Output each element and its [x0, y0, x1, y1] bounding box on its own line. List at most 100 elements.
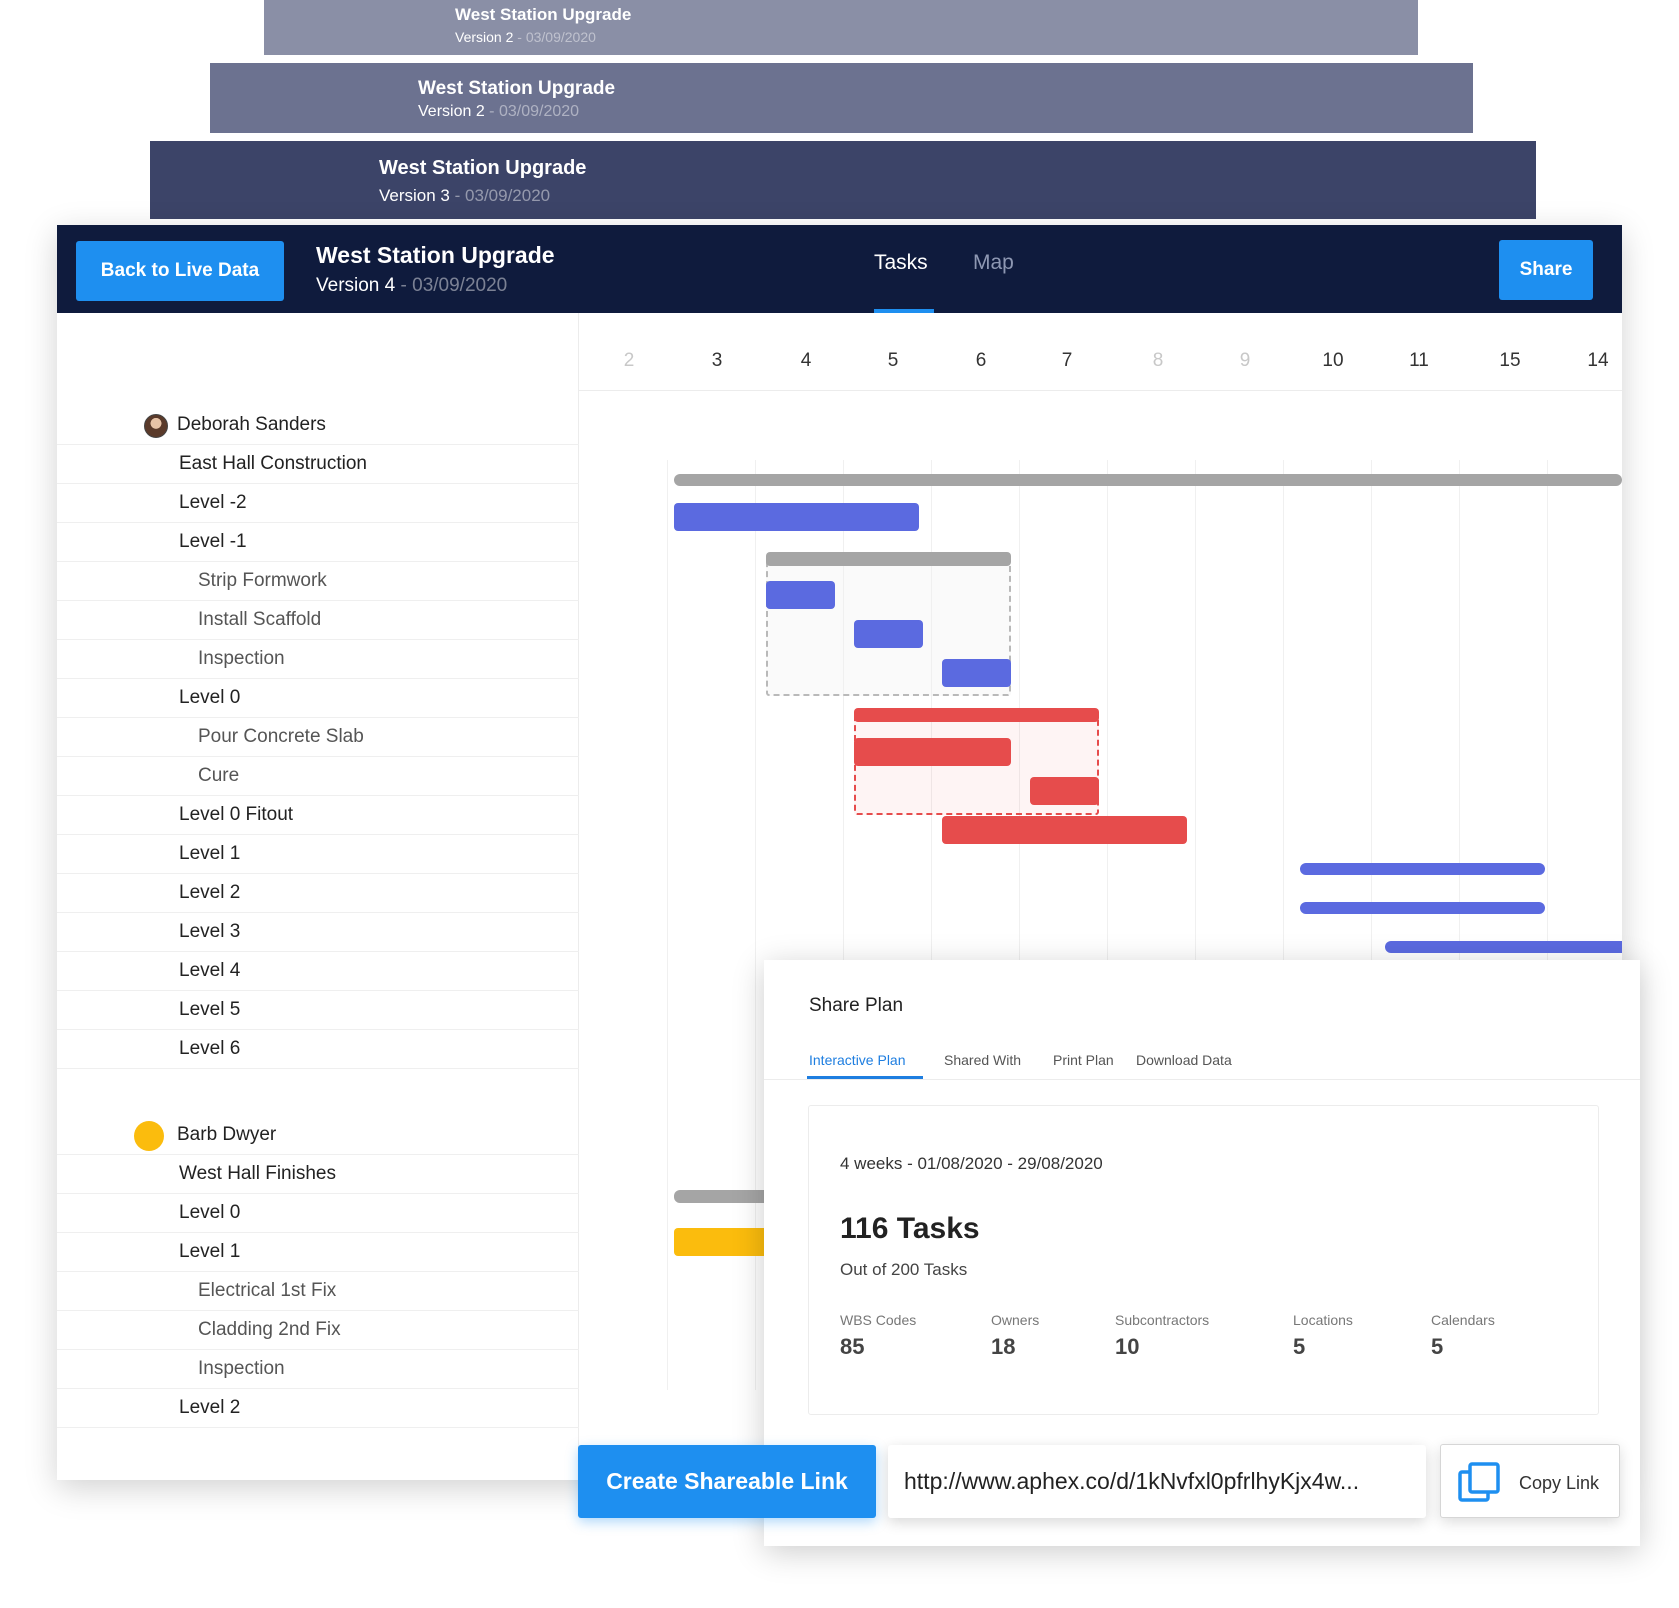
task-row[interactable]: Electrical 1st Fix — [57, 1272, 579, 1311]
gantt-bar[interactable] — [766, 581, 835, 609]
tab-shared-with[interactable]: Shared With — [944, 1052, 1021, 1068]
tab-download-data[interactable]: Download Data — [1136, 1052, 1232, 1068]
stat-subcontractors: Subcontractors 10 — [1115, 1312, 1210, 1359]
task-label: East Hall Construction — [179, 453, 367, 474]
task-label: Level 5 — [179, 999, 241, 1020]
top-bar: Back to Live Data West Station Upgrade V… — [57, 225, 1622, 313]
version-card-subtitle: Version 2 - 03/09/2020 — [418, 103, 580, 120]
tab-tasks[interactable]: Tasks — [874, 251, 928, 275]
task-row[interactable]: Pour Concrete Slab — [57, 718, 579, 757]
task-row[interactable]: Level -1 — [57, 523, 579, 562]
task-row[interactable]: Level 0 — [57, 1194, 579, 1233]
task-row[interactable]: Level 4 — [57, 952, 579, 991]
owner-row[interactable]: Barb Dwyer — [57, 1116, 579, 1155]
task-row[interactable]: Inspection — [57, 640, 579, 679]
task-label: Pour Concrete Slab — [198, 726, 364, 747]
day-label: 8 — [1152, 350, 1164, 371]
gantt-bar[interactable] — [942, 659, 1011, 687]
task-row[interactable]: East Hall Construction — [57, 445, 579, 484]
task-row[interactable]: Level 1 — [57, 1233, 579, 1272]
copy-link-button[interactable]: Copy Link — [1440, 1444, 1620, 1518]
tab-interactive-plan[interactable]: Interactive Plan — [809, 1052, 906, 1068]
owner-row[interactable]: Deborah Sanders — [57, 406, 579, 445]
tab-map[interactable]: Map — [973, 251, 1014, 275]
task-row[interactable]: Level -2 — [57, 484, 579, 523]
day-label: 10 — [1322, 350, 1344, 371]
task-row[interactable]: West Hall Finishes — [57, 1155, 579, 1194]
stat-locations: Locations 5 — [1293, 1312, 1353, 1359]
plan-title: West Station Upgrade — [316, 242, 555, 268]
day-label: 3 — [711, 350, 723, 371]
task-label: Inspection — [198, 1358, 285, 1379]
task-row[interactable]: Level 3 — [57, 913, 579, 952]
dialog-title: Share Plan — [809, 995, 904, 1016]
task-row[interactable]: Cladding 2nd Fix — [57, 1311, 579, 1350]
task-row[interactable]: Strip Formwork — [57, 562, 579, 601]
task-row[interactable]: Level 6 — [57, 1030, 579, 1069]
day-label: 11 — [1409, 350, 1429, 371]
version-card-title: West Station Upgrade — [455, 5, 632, 24]
task-row[interactable]: Level 0 — [57, 679, 579, 718]
owner-name: Barb Dwyer — [177, 1124, 277, 1145]
avatar — [144, 414, 168, 438]
gantt-bar[interactable] — [766, 552, 1011, 566]
gantt-bar[interactable] — [1385, 941, 1622, 953]
share-button[interactable]: Share — [1499, 240, 1593, 300]
task-label: Level 0 Fitout — [179, 804, 294, 825]
gantt-bar[interactable] — [674, 503, 919, 531]
task-label: Level 3 — [179, 921, 241, 942]
task-row[interactable]: Level 1 — [57, 835, 579, 874]
version-card-subtitle: Version 2 - 03/09/2020 — [455, 29, 596, 45]
task-label: Install Scaffold — [198, 609, 322, 630]
task-row[interactable]: Level 2 — [57, 874, 579, 913]
day-label: 9 — [1239, 350, 1251, 371]
task-label: Level 0 — [179, 687, 241, 708]
task-label: Level -1 — [179, 531, 247, 552]
task-label: Inspection — [198, 648, 285, 669]
task-label: Level 2 — [179, 882, 241, 903]
version-card-subtitle: Version 3 - 03/09/2020 — [379, 186, 551, 205]
day-label: 7 — [1061, 350, 1073, 371]
stat-wbs-codes: WBS Codes 85 — [840, 1312, 917, 1359]
gantt-bar[interactable] — [942, 816, 1187, 844]
task-label: Cladding 2nd Fix — [198, 1319, 341, 1340]
plan-summary-card: 4 weeks - 01/08/2020 - 29/08/2020 116 Ta… — [808, 1105, 1599, 1415]
back-to-live-data-button[interactable]: Back to Live Data — [76, 241, 284, 301]
timeline-header: 2 3 4 5 6 7 8 9 10 11 15 14 — [579, 313, 1622, 391]
task-label: Level -2 — [179, 492, 247, 513]
create-shareable-link-button[interactable]: Create Shareable Link — [578, 1445, 876, 1518]
task-label: Strip Formwork — [198, 570, 327, 591]
task-label: Level 2 — [179, 1397, 241, 1418]
gantt-bar[interactable] — [1300, 863, 1545, 875]
avatar — [134, 1121, 164, 1151]
gantt-bar[interactable] — [854, 708, 1099, 722]
stat-calendars: Calendars 5 — [1431, 1312, 1495, 1359]
copy-icon — [1458, 1462, 1500, 1502]
task-label: Level 0 — [179, 1202, 241, 1223]
task-count: 116 Tasks — [840, 1212, 980, 1245]
task-label: Level 1 — [179, 843, 241, 864]
task-label: Level 1 — [179, 1241, 241, 1262]
day-label: 2 — [623, 350, 635, 371]
gantt-bar[interactable] — [1030, 777, 1099, 805]
task-row[interactable]: Level 2 — [57, 1389, 579, 1428]
tab-print-plan[interactable]: Print Plan — [1053, 1052, 1114, 1068]
version-card-1[interactable]: West Station Upgrade Version 2 - 03/09/2… — [264, 0, 1418, 55]
shareable-link-field[interactable] — [888, 1445, 1426, 1518]
task-row[interactable]: Level 5 — [57, 991, 579, 1030]
task-row[interactable]: Install Scaffold — [57, 601, 579, 640]
task-row[interactable]: Level 0 Fitout — [57, 796, 579, 835]
version-card-2[interactable]: West Station Upgrade Version 2 - 03/09/2… — [210, 63, 1473, 133]
task-row[interactable]: Inspection — [57, 1350, 579, 1389]
gantt-bar[interactable] — [1300, 902, 1545, 914]
gantt-bar[interactable] — [854, 738, 1011, 766]
task-row[interactable]: Cure — [57, 757, 579, 796]
day-label: 6 — [975, 350, 987, 371]
gantt-bar[interactable] — [854, 620, 923, 648]
day-label: 14 — [1587, 350, 1609, 371]
gantt-bar[interactable] — [674, 474, 1622, 486]
task-label: Level 4 — [179, 960, 241, 981]
owner-name: Deborah Sanders — [177, 414, 326, 435]
stat-owners: Owners 18 — [991, 1312, 1040, 1359]
version-card-3[interactable]: West Station Upgrade Version 3 - 03/09/2… — [150, 141, 1536, 219]
